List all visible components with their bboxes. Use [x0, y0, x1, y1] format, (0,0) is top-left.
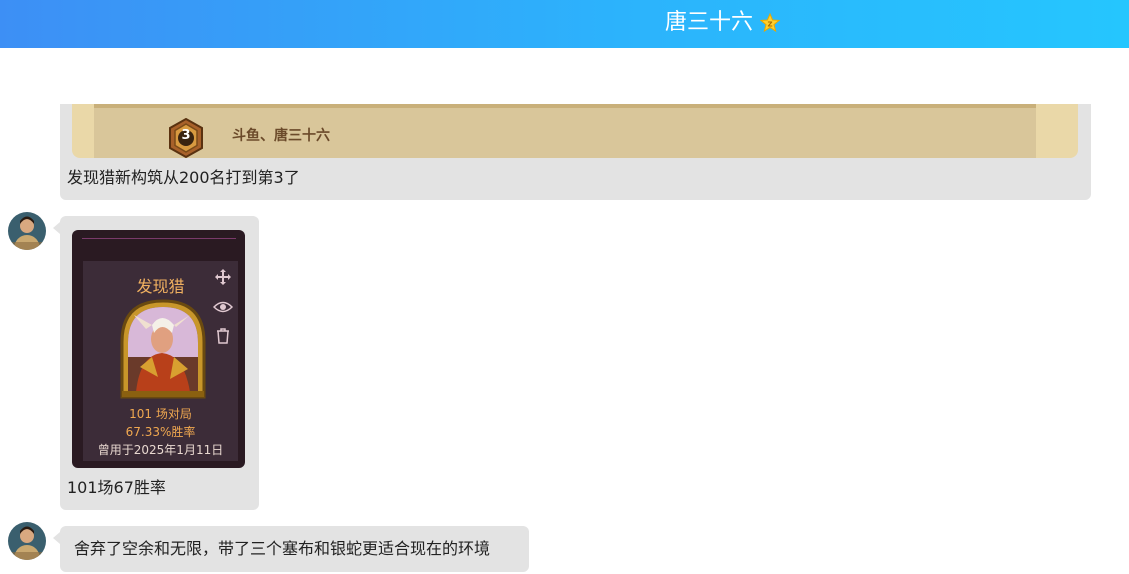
avatar[interactable] — [8, 212, 46, 250]
rank-banner[interactable]: 3 斗鱼、唐三十六 — [72, 104, 1078, 158]
deck-panel: 发现猎 101 场对局 67.33%胜率 曾用于2025年1月11日 — [83, 261, 238, 461]
rank-number: 3 — [181, 128, 191, 143]
chat-header: 唐三十六 Z — [0, 0, 1129, 48]
chat-title: 唐三十六 — [665, 10, 754, 35]
rank-banner-inner: 3 斗鱼、唐三十六 — [94, 104, 1036, 158]
eye-icon[interactable] — [213, 297, 233, 317]
trash-icon[interactable] — [213, 326, 233, 346]
star-icon: Z — [760, 13, 780, 33]
hero-portrait — [120, 299, 206, 399]
rank-player-name: 斗鱼、唐三十六 — [232, 128, 330, 144]
deck-card[interactable]: 发现猎 101 场对局 67.33%胜率 曾用于2025年1月11日 — [72, 230, 245, 468]
message-text: 舍弃了空余和无限，带了三个塞布和银蛇更适合现在的环境 — [74, 539, 491, 558]
message-text: 发现猎新构筑从200名打到第3了 — [67, 168, 300, 187]
message-text: 101场67胜率 — [67, 478, 166, 497]
deck-used-date: 曾用于2025年1月11日 — [97, 443, 224, 457]
svg-text:Z: Z — [767, 21, 772, 29]
move-icon[interactable] — [213, 267, 233, 287]
avatar[interactable] — [8, 522, 46, 560]
deck-games: 101 场对局 — [129, 407, 192, 421]
deck-winrate: 67.33%胜率 — [125, 425, 196, 439]
